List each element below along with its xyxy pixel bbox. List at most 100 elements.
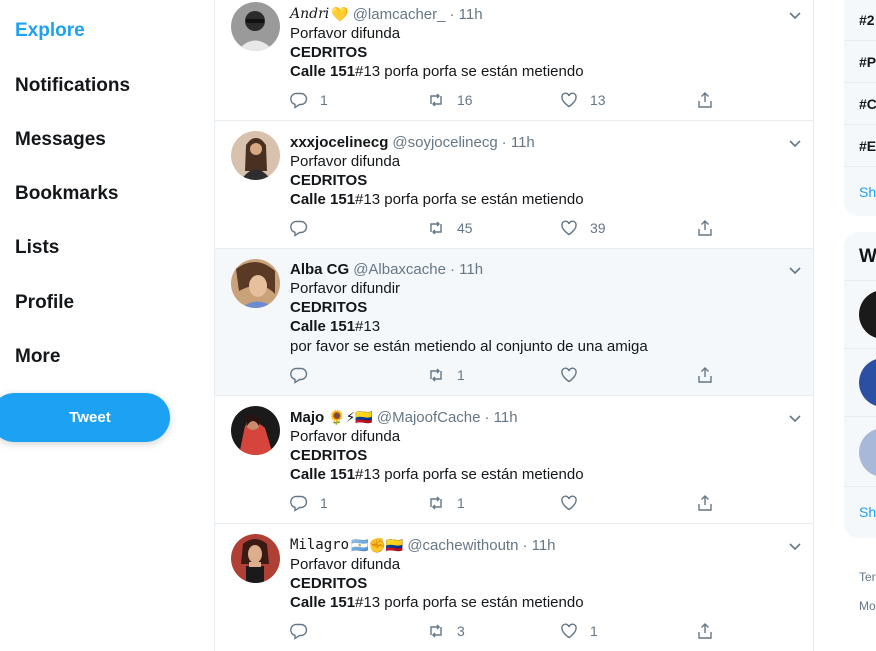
avatar[interactable] bbox=[231, 406, 280, 455]
heart-icon bbox=[561, 623, 577, 639]
tweet-actions: 1 16 13 bbox=[290, 91, 725, 111]
tweet[interactable]: Alba CG @Albaxcache · 11h Porfavor difun… bbox=[215, 249, 813, 396]
avatar[interactable] bbox=[231, 534, 280, 583]
share-icon bbox=[698, 367, 712, 383]
share-button[interactable] bbox=[696, 219, 714, 237]
share-icon bbox=[698, 495, 712, 511]
share-button[interactable] bbox=[696, 622, 714, 640]
tweet-text: Porfavor difundir CEDRITOS Calle 151#13 … bbox=[290, 280, 648, 355]
avatar[interactable] bbox=[859, 358, 876, 407]
who-to-follow-panel: W Sh bbox=[844, 232, 876, 538]
reply-button[interactable] bbox=[290, 622, 320, 640]
reply-icon bbox=[290, 92, 308, 109]
chevron-down-icon[interactable] bbox=[787, 264, 803, 276]
retweet-icon bbox=[430, 496, 442, 510]
trend-item[interactable]: #2 bbox=[859, 12, 875, 28]
tweet-text: Porfavor difunda CEDRITOS Calle 151#13 p… bbox=[290, 153, 584, 209]
reply-button[interactable]: 1 bbox=[290, 91, 328, 109]
reply-button[interactable] bbox=[290, 366, 320, 384]
nav-profile[interactable]: Profile bbox=[15, 292, 74, 314]
like-button[interactable]: 1 bbox=[560, 622, 598, 640]
tweet-actions: 1 1 bbox=[290, 494, 725, 514]
nav-notifications[interactable]: Notifications bbox=[15, 75, 130, 97]
retweet-button[interactable]: 16 bbox=[427, 91, 473, 109]
tweet-actions: 45 39 bbox=[290, 219, 725, 239]
retweet-button[interactable]: 1 bbox=[427, 366, 465, 384]
tweet[interactable]: Milagro 🇦🇷✊🇨🇴 @cachewithoutn · 11h Porfa… bbox=[215, 524, 813, 651]
heart-icon bbox=[561, 495, 577, 511]
tweet-time[interactable]: · 11h bbox=[484, 408, 517, 427]
chevron-down-icon[interactable] bbox=[787, 412, 803, 424]
author-name[interactable]: Milagro bbox=[290, 536, 349, 555]
author-handle[interactable]: @MajoofCache bbox=[377, 408, 481, 427]
author-handle[interactable]: @lamcacher_ bbox=[353, 5, 446, 24]
reply-icon bbox=[290, 623, 308, 640]
like-button[interactable] bbox=[560, 366, 590, 384]
avatar[interactable] bbox=[231, 259, 280, 308]
author-name[interactable]: Alba CG bbox=[290, 260, 349, 279]
nav-lists[interactable]: Lists bbox=[15, 237, 59, 259]
panel-title: W bbox=[859, 246, 876, 267]
nav-bookmarks[interactable]: Bookmarks bbox=[15, 183, 119, 205]
author-name[interactable]: Majo bbox=[290, 408, 324, 427]
show-more-link[interactable]: Sh bbox=[859, 184, 876, 200]
tweet[interactable]: Majo 🌻⚡🇨🇴 @MajoofCache · 11h Porfavor di… bbox=[215, 396, 813, 524]
retweet-icon bbox=[430, 221, 442, 235]
tweet-text: Porfavor difunda CEDRITOS Calle 151#13 p… bbox=[290, 25, 584, 81]
reply-button[interactable]: 1 bbox=[290, 494, 328, 512]
chevron-down-icon[interactable] bbox=[787, 137, 803, 149]
tweet-text: Porfavor difunda CEDRITOS Calle 151#13 p… bbox=[290, 428, 584, 484]
right-sidebar: #2 #P #C #E Sh W Sh Ter Mo bbox=[844, 0, 876, 651]
tweet-time[interactable]: · 11h bbox=[522, 536, 555, 555]
tweet-time[interactable]: · 11h bbox=[450, 260, 483, 279]
tweet[interactable]: xxxjocelinecg @soyjocelinecg · 11h Porfa… bbox=[215, 121, 813, 249]
like-button[interactable]: 39 bbox=[560, 219, 606, 237]
tweet-button[interactable]: Tweet bbox=[0, 393, 170, 442]
tweet[interactable]: Andri 💛 @lamcacher_ · 11h Porfavor difun… bbox=[215, 0, 813, 121]
avatar[interactable] bbox=[859, 290, 876, 339]
author-handle[interactable]: @Albaxcache bbox=[353, 260, 446, 279]
nav-explore[interactable]: Explore bbox=[15, 20, 85, 42]
tweet-actions: 1 bbox=[290, 366, 725, 386]
timeline-feed: Andri 💛 @lamcacher_ · 11h Porfavor difun… bbox=[214, 0, 814, 651]
flag-fist-flag-emoji-icon: 🇦🇷✊🇨🇴 bbox=[351, 537, 404, 553]
author-handle[interactable]: @cachewithoutn bbox=[407, 536, 518, 555]
like-button[interactable]: 13 bbox=[560, 91, 606, 109]
chevron-down-icon[interactable] bbox=[787, 540, 803, 552]
tweet-actions: 3 1 bbox=[290, 622, 725, 642]
nav-more[interactable]: More bbox=[15, 346, 60, 368]
left-navigation: Explore Notifications Messages Bookmarks… bbox=[0, 0, 214, 651]
chevron-down-icon[interactable] bbox=[787, 9, 803, 21]
share-button[interactable] bbox=[696, 91, 714, 109]
share-button[interactable] bbox=[696, 366, 714, 384]
retweet-button[interactable]: 45 bbox=[427, 219, 473, 237]
trends-panel: #2 #P #C #E Sh bbox=[844, 0, 876, 216]
retweet-icon bbox=[430, 93, 442, 107]
avatar[interactable] bbox=[231, 2, 280, 51]
heart-icon bbox=[561, 220, 577, 236]
share-icon bbox=[698, 623, 712, 639]
author-handle[interactable]: @soyjocelinecg bbox=[392, 133, 497, 152]
avatar[interactable] bbox=[859, 428, 876, 477]
tweet-time[interactable]: · 11h bbox=[449, 5, 482, 24]
trend-item[interactable]: #P bbox=[859, 54, 876, 70]
heart-icon bbox=[561, 92, 577, 108]
tweet-text: Porfavor difunda CEDRITOS Calle 151#13 p… bbox=[290, 556, 584, 612]
avatar[interactable] bbox=[231, 131, 280, 180]
retweet-button[interactable]: 3 bbox=[427, 622, 465, 640]
footer-link[interactable]: Ter bbox=[859, 570, 876, 584]
trend-item[interactable]: #C bbox=[859, 96, 876, 112]
like-button[interactable] bbox=[560, 494, 590, 512]
retweet-button[interactable]: 1 bbox=[427, 494, 465, 512]
heart-emoji-icon: 💛 bbox=[331, 6, 349, 22]
share-button[interactable] bbox=[696, 494, 714, 512]
show-more-link[interactable]: Sh bbox=[859, 504, 876, 520]
tweet-time[interactable]: · 11h bbox=[502, 133, 535, 152]
footer-link[interactable]: Mo bbox=[859, 599, 876, 613]
author-name[interactable]: Andri bbox=[290, 5, 329, 24]
author-name[interactable]: xxxjocelinecg bbox=[290, 133, 388, 152]
nav-messages[interactable]: Messages bbox=[15, 129, 106, 151]
reply-button[interactable] bbox=[290, 219, 320, 237]
reply-icon bbox=[290, 367, 308, 384]
trend-item[interactable]: #E bbox=[859, 138, 876, 154]
